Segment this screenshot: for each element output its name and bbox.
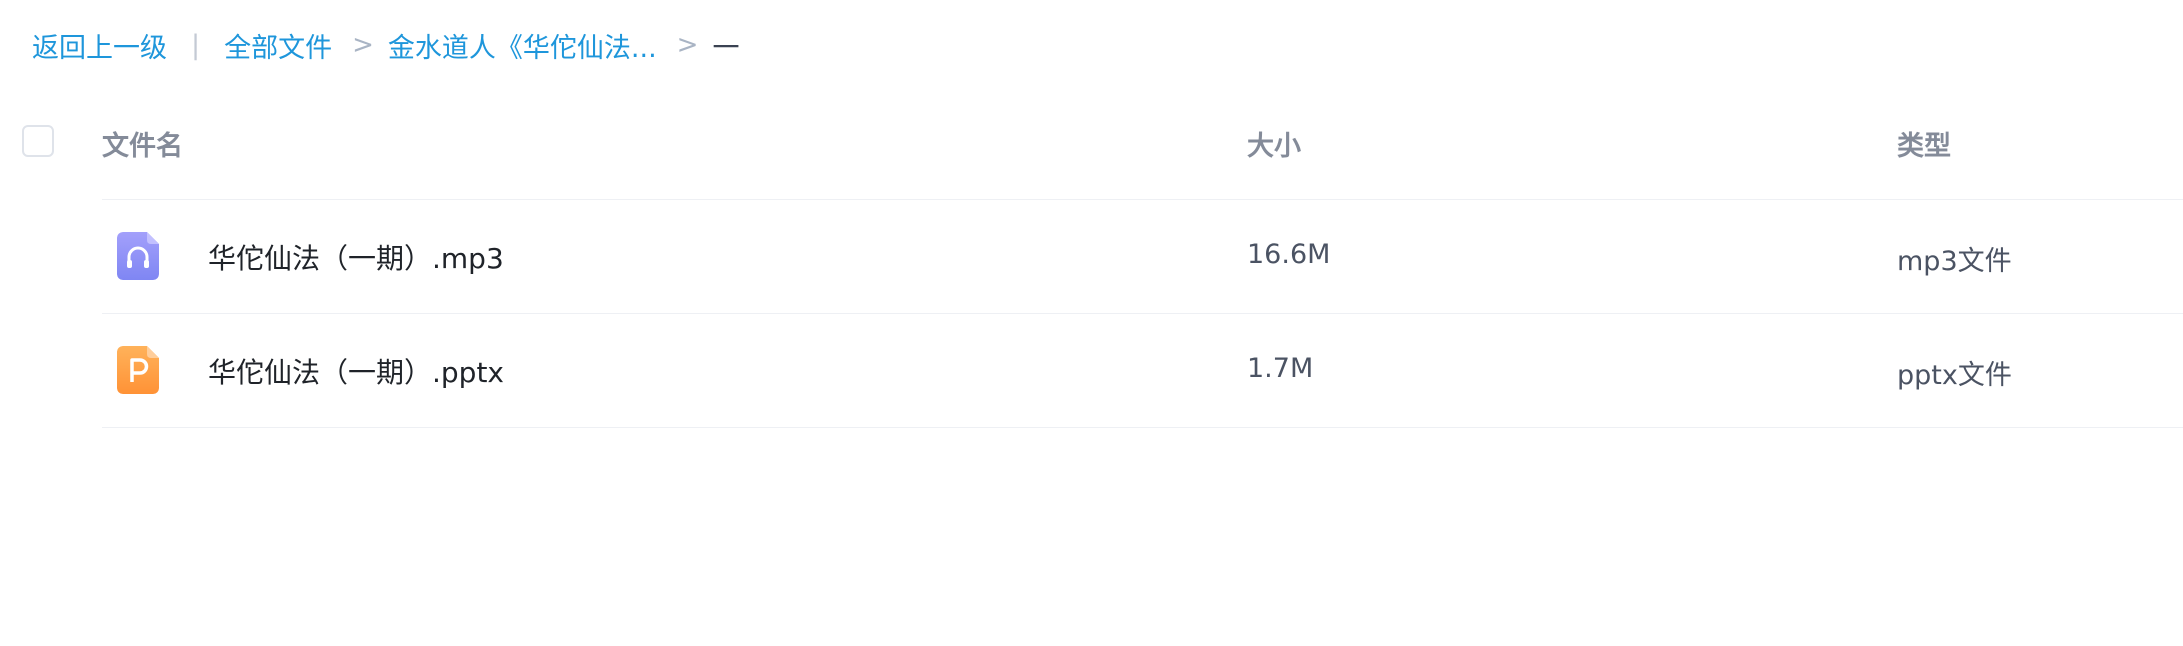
file-size: 16.6M (1247, 239, 1331, 270)
breadcrumb-separator: > (676, 30, 699, 60)
file-type: mp3文件 (1897, 246, 2012, 277)
file-size: 1.7M (1247, 353, 1314, 384)
column-header-size[interactable]: 大小 (1247, 124, 1301, 163)
back-link[interactable]: 返回上一级 (32, 26, 167, 65)
select-all-checkbox[interactable] (22, 125, 54, 157)
table-row[interactable]: 华佗仙法（一期）.mp3 16.6M mp3文件 (0, 199, 2183, 313)
breadcrumb-folder[interactable]: 金水道人《华佗仙法... (388, 26, 657, 65)
audio-file-icon (117, 232, 159, 280)
file-name[interactable]: 华佗仙法（一期）.mp3 (208, 237, 504, 277)
column-header-type[interactable]: 类型 (1897, 124, 1951, 163)
ppt-file-icon (117, 346, 159, 394)
file-name[interactable]: 华佗仙法（一期）.pptx (208, 351, 504, 391)
breadcrumb-all-files[interactable]: 全部文件 (224, 26, 332, 65)
row-divider (102, 427, 2183, 428)
breadcrumb: 返回上一级 | 全部文件 > 金水道人《华佗仙法... > 一 (32, 22, 739, 68)
column-header-name[interactable]: 文件名 (102, 124, 183, 163)
file-type: pptx文件 (1897, 360, 2012, 391)
table-row[interactable]: 华佗仙法（一期）.pptx 1.7M pptx文件 (0, 313, 2183, 427)
breadcrumb-separator: > (352, 30, 374, 60)
file-table-header: 文件名 大小 类型 (0, 110, 2183, 200)
breadcrumb-current: 一 (712, 32, 740, 64)
breadcrumb-divider: | (191, 29, 201, 61)
